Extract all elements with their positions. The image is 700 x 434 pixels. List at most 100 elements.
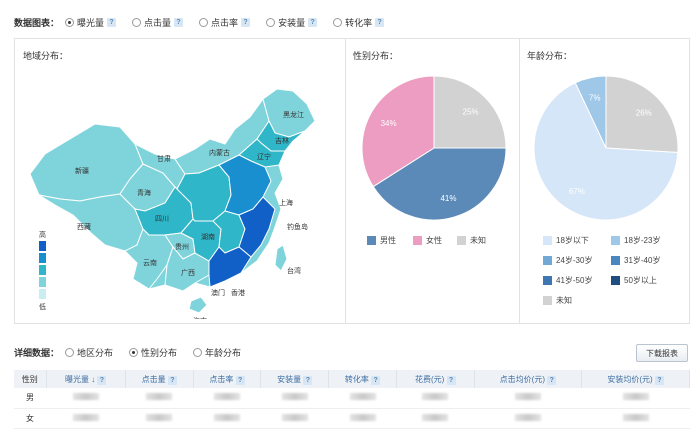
legend-label: 31岁-40岁 xyxy=(624,256,661,265)
legend-label: 18岁以下 xyxy=(556,236,589,245)
table-cell xyxy=(581,408,690,429)
map-region-hainan[interactable] xyxy=(188,296,208,314)
help-icon[interactable]: ? xyxy=(547,375,557,385)
map-label-hunan: 湖南 xyxy=(201,232,215,241)
help-icon[interactable]: ? xyxy=(308,17,318,27)
redacted-value xyxy=(514,413,541,421)
help-icon[interactable]: ? xyxy=(241,17,251,27)
legend-label: 未知 xyxy=(556,296,572,305)
map-region-taiwan[interactable] xyxy=(274,244,288,272)
legend-swatch xyxy=(543,296,552,305)
redacted-value xyxy=(514,393,541,401)
legend-label: 41岁-50岁 xyxy=(556,276,593,285)
column-header-installs[interactable]: 安装量 ? xyxy=(260,370,330,388)
table-cell xyxy=(193,388,261,409)
radio-button[interactable] xyxy=(129,348,139,357)
radio-button[interactable] xyxy=(65,17,75,27)
radio-button[interactable] xyxy=(333,17,343,27)
column-header-spend[interactable]: 花费(元) ? xyxy=(396,370,475,388)
help-icon[interactable]: ? xyxy=(371,375,381,385)
table-cell xyxy=(260,388,329,409)
chart-panel: 地域分布： 新疆 西藏 青海 甘肃 内蒙古 黑龙江 吉林 辽宁 四川 云南 广西… xyxy=(14,38,690,324)
radio-button[interactable] xyxy=(193,348,203,357)
help-icon[interactable]: ? xyxy=(235,375,245,385)
help-icon[interactable]: ? xyxy=(303,375,313,385)
metric-option-clicks[interactable]: 点击量 ? xyxy=(132,16,184,29)
column-header-cpi[interactable]: 安装均价(元) ? xyxy=(581,370,690,388)
map-region-tibet[interactable] xyxy=(38,193,144,252)
legend-label: 50岁以上 xyxy=(624,276,657,285)
map-region-guangdong[interactable] xyxy=(208,246,252,288)
help-icon[interactable]: ? xyxy=(167,375,177,385)
help-icon[interactable]: ? xyxy=(654,375,664,385)
redacted-value xyxy=(422,393,449,401)
table-cell xyxy=(328,388,397,409)
row-label-female: 女 xyxy=(14,408,46,429)
legend-swatch xyxy=(611,276,620,285)
map-legend-step-2 xyxy=(39,253,46,263)
detail-option-label: 年龄分布 xyxy=(205,348,242,358)
help-icon[interactable]: ? xyxy=(97,375,107,385)
redacted-value xyxy=(72,413,99,421)
table-cell xyxy=(581,388,690,409)
help-icon[interactable]: ? xyxy=(174,17,184,27)
column-label: 转化率 xyxy=(344,374,369,384)
detail-option-gender[interactable]: 性别分布 xyxy=(129,346,177,359)
age-legend-31-40: 31岁-40岁 xyxy=(611,255,660,266)
map-label-hongkong: 香港 xyxy=(231,288,245,297)
metric-option-impressions[interactable]: 曝光量 ? xyxy=(65,16,117,29)
metric-option-ctr[interactable]: 点击率 ? xyxy=(199,16,251,29)
redacted-value xyxy=(349,393,376,401)
gender-legend-female: 女性 xyxy=(413,235,442,246)
metric-option-installs[interactable]: 安装量 ? xyxy=(266,16,318,29)
map-label-guizhou: 贵州 xyxy=(175,242,189,251)
map-label-xinjiang: 新疆 xyxy=(75,166,89,175)
column-header-clicks[interactable]: 点击量 ? xyxy=(125,370,194,388)
map-label-diaoyu: 钓鱼岛 xyxy=(287,222,308,231)
metric-option-conversion[interactable]: 转化率 ? xyxy=(333,16,385,29)
detail-option-age[interactable]: 年龄分布 xyxy=(193,346,241,359)
redacted-value xyxy=(146,413,173,421)
map-legend-step-4 xyxy=(39,277,46,287)
age-legend-18-23: 18岁-23岁 xyxy=(611,235,660,246)
legend-label: 24岁-30岁 xyxy=(556,256,593,265)
download-report-button[interactable]: 下载报表 xyxy=(636,344,688,362)
radio-button[interactable] xyxy=(132,17,142,27)
table-cell xyxy=(125,408,194,429)
panel-divider xyxy=(345,39,346,323)
legend-label: 未知 xyxy=(470,236,486,245)
map-label-guangxi: 广西 xyxy=(181,268,195,277)
legend-swatch xyxy=(413,236,422,245)
redacted-value xyxy=(72,393,99,401)
column-header-ctr[interactable]: 点击率 ? xyxy=(193,370,262,388)
detail-option-label: 性别分布 xyxy=(141,348,178,358)
legend-label: 18岁-23岁 xyxy=(624,236,661,245)
gender-legend-male: 男性 xyxy=(367,235,396,246)
redacted-value xyxy=(281,413,308,421)
sort-desc-icon[interactable]: ↓ xyxy=(91,375,95,384)
help-icon[interactable]: ? xyxy=(107,17,117,27)
radio-button[interactable] xyxy=(199,17,209,27)
column-header-conversion[interactable]: 转化率 ? xyxy=(328,370,397,388)
map-label-sichuan: 四川 xyxy=(155,215,169,223)
radio-button[interactable] xyxy=(266,17,276,27)
radio-button[interactable] xyxy=(65,348,75,357)
redacted-value xyxy=(349,413,376,421)
map-legend-low: 低 xyxy=(39,302,46,311)
gender-pie-chart[interactable]: 25% 41% 34% xyxy=(347,61,521,235)
legend-swatch xyxy=(611,236,620,245)
map-label-tibet: 西藏 xyxy=(77,222,91,231)
china-map[interactable]: 新疆 西藏 青海 甘肃 内蒙古 黑龙江 吉林 辽宁 四川 云南 广西 湖南 贵州… xyxy=(25,69,325,319)
column-label: 安装均价(元) xyxy=(607,374,653,384)
help-icon[interactable]: ? xyxy=(375,17,385,27)
metric-option-label: 点击率 xyxy=(211,17,239,28)
help-icon[interactable]: ? xyxy=(446,375,456,385)
detail-option-region[interactable]: 地区分布 xyxy=(65,346,113,359)
age-pie-chart[interactable]: 26% 67% 7% xyxy=(519,61,693,235)
map-label-macau: 澳门 xyxy=(211,288,225,297)
column-header-impressions[interactable]: 曝光量 ↓ ? xyxy=(46,370,126,388)
column-header-cpc[interactable]: 点击均价(元) ? xyxy=(474,370,583,388)
legend-swatch xyxy=(611,256,620,265)
table-cell xyxy=(474,408,582,429)
table-cell xyxy=(46,408,126,429)
